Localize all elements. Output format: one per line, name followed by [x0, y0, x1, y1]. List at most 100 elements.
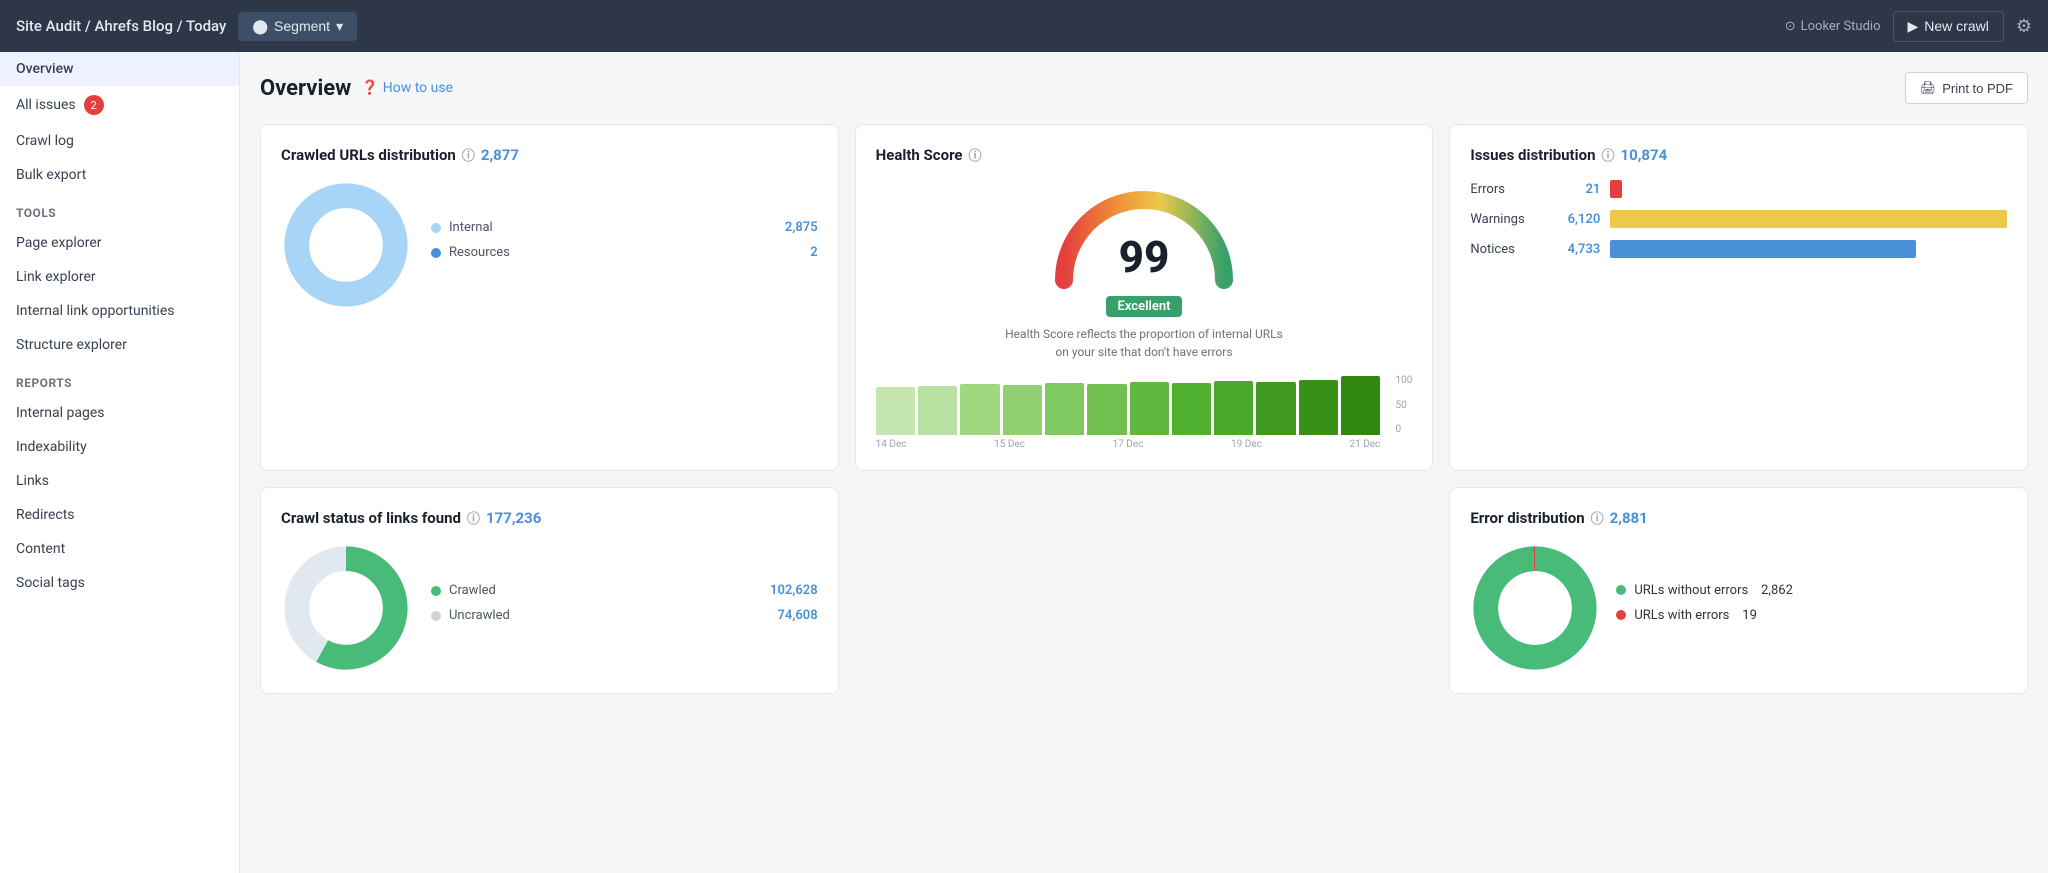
crawled-urls-card: Crawled URLs distribution ⓘ 2,877 — [260, 124, 839, 471]
health-bar-col — [1299, 380, 1338, 435]
sidebar-item-content[interactable]: Content — [0, 532, 239, 566]
health-bar-col — [876, 387, 915, 435]
health-bar — [1214, 381, 1253, 435]
sidebar-item-page-explorer[interactable]: Page explorer — [0, 226, 239, 260]
sidebar-item-internal-pages[interactable]: Internal pages — [0, 396, 239, 430]
errors-bar-track — [1610, 180, 2007, 198]
notices-bar-track — [1610, 240, 2007, 258]
error-distribution-card: Error distribution ⓘ 2,881 — [1449, 487, 2028, 694]
sidebar-item-label: Link explorer — [16, 269, 96, 285]
crawl-status-card: Crawl status of links found ⓘ 177,236 — [260, 487, 839, 694]
health-bar-col — [1087, 384, 1126, 435]
crawled-urls-legend: Internal 2,875 Resources 2 — [431, 220, 818, 270]
sidebar-item-link-explorer[interactable]: Link explorer — [0, 260, 239, 294]
sidebar-item-indexability[interactable]: Indexability — [0, 430, 239, 464]
error-dist-count: 2,881 — [1610, 509, 1648, 527]
notices-label: Notices — [1470, 242, 1545, 257]
print-to-pdf-button[interactable]: 🖨 Print to PDF — [1905, 72, 2028, 104]
errors-value: 21 — [1555, 182, 1600, 197]
new-crawl-button[interactable]: ▶ New crawl — [1893, 11, 2004, 42]
health-score-title: Health Score ⓘ — [876, 145, 1413, 164]
sidebar-item-label: Links — [16, 473, 49, 489]
pie-icon: ⬤ — [252, 18, 268, 35]
how-to-use-link[interactable]: ❓ How to use — [361, 80, 453, 96]
sidebar-item-label: All issues — [16, 97, 76, 113]
error-dist-donut-svg — [1470, 543, 1600, 673]
without-errors-label: URLs without errors 2,862 — [1634, 583, 1793, 598]
svg-text:99: 99 — [1119, 231, 1170, 283]
health-gauge-container: 99 — [1044, 180, 1244, 290]
health-bar — [1256, 382, 1295, 435]
sidebar-item-structure-explorer[interactable]: Structure explorer — [0, 328, 239, 362]
health-bars — [876, 375, 1381, 435]
error-dist-donut — [1470, 543, 1600, 673]
sidebar-item-internal-link-opp[interactable]: Internal link opportunities — [0, 294, 239, 328]
error-dist-title: Error distribution ⓘ 2,881 — [1470, 508, 2007, 527]
health-bar-col — [1003, 385, 1042, 435]
warnings-value: 6,120 — [1555, 212, 1600, 227]
chart-label: 15 Dec — [994, 439, 1025, 450]
without-errors-dot — [1616, 585, 1626, 595]
health-bar — [1172, 383, 1211, 435]
chart-label: 21 Dec — [1349, 439, 1380, 450]
empty-middle — [855, 487, 1434, 694]
error-dist-info-icon[interactable]: ⓘ — [1591, 508, 1604, 527]
errors-label: Errors — [1470, 182, 1545, 197]
crawled-urls-donut-svg — [281, 180, 411, 310]
issues-dist-info-icon[interactable]: ⓘ — [1601, 145, 1614, 164]
sidebar-item-label: Internal link opportunities — [16, 303, 174, 319]
health-chart-labels: 14 Dec 15 Dec 17 Dec 19 Dec 21 Dec — [876, 439, 1381, 450]
sidebar-item-label: Overview — [16, 61, 73, 77]
health-bar — [876, 387, 915, 435]
axis-label-50: 50 — [1395, 400, 1412, 411]
health-gauge-wrap: 99 Excellent Health Score reflects the p… — [876, 180, 1413, 450]
health-bar-col — [1130, 382, 1169, 435]
health-axis: 100 50 0 — [1395, 375, 1412, 435]
health-gauge-svg: 99 — [1044, 180, 1244, 300]
sidebar-item-links[interactable]: Links — [0, 464, 239, 498]
sidebar-item-label: Internal pages — [16, 405, 105, 421]
settings-icon[interactable]: ⚙ — [2016, 16, 2032, 37]
breadcrumb: Site Audit / Ahrefs Blog / Today — [16, 17, 226, 35]
issues-rows: Errors 21 Warnings 6,120 — [1470, 180, 2007, 258]
health-score-info-icon[interactable]: ⓘ — [969, 145, 982, 164]
health-desc: Health Score reflects the proportion of … — [1004, 325, 1284, 361]
sidebar-item-label: Redirects — [16, 507, 75, 523]
crawl-status-info-icon[interactable]: ⓘ — [467, 508, 480, 527]
uncrawled-dot — [431, 611, 441, 621]
crawled-urls-info-icon[interactable]: ⓘ — [462, 145, 475, 164]
health-bar — [918, 386, 957, 435]
sidebar-item-label: Page explorer — [16, 235, 102, 251]
segment-button[interactable]: ⬤ Segment ▾ — [238, 12, 357, 41]
print-icon: 🖨 — [1920, 80, 1937, 96]
topnav: Site Audit / Ahrefs Blog / Today ⬤ Segme… — [0, 0, 2048, 52]
legend-uncrawled: Uncrawled 74,608 — [431, 608, 818, 623]
sidebar-item-label: Structure explorer — [16, 337, 127, 353]
sidebar-item-all-issues[interactable]: All issues 2 — [0, 86, 239, 124]
reports-section-label: Reports — [0, 362, 239, 396]
crawl-status-title: Crawl status of links found ⓘ 177,236 — [281, 508, 818, 527]
crawled-urls-donut-section: Internal 2,875 Resources 2 — [281, 180, 818, 310]
tools-section-label: Tools — [0, 192, 239, 226]
sidebar: Overview All issues 2 Crawl log Bulk exp… — [0, 52, 240, 873]
sidebar-item-overview[interactable]: Overview — [0, 52, 239, 86]
crawled-urls-donut — [281, 180, 411, 310]
chart-label: 14 Dec — [876, 439, 907, 450]
sidebar-item-crawl-log[interactable]: Crawl log — [0, 124, 239, 158]
health-bar — [1299, 380, 1338, 435]
sidebar-item-bulk-export[interactable]: Bulk export — [0, 158, 239, 192]
crawl-status-donut-section: Crawled 102,628 Uncrawled 74,608 — [281, 543, 818, 673]
question-icon: ❓ — [361, 80, 378, 96]
issues-distribution-card: Issues distribution ⓘ 10,874 Errors 21 — [1449, 124, 2028, 471]
looker-studio-link[interactable]: ⊙ Looker Studio — [1785, 19, 1881, 34]
sidebar-item-redirects[interactable]: Redirects — [0, 498, 239, 532]
health-chart-area: 100 50 0 14 Dec 15 Dec 17 Dec 19 Dec 21 … — [876, 375, 1413, 450]
main-layout: Overview All issues 2 Crawl log Bulk exp… — [0, 52, 2048, 873]
sidebar-item-label: Content — [16, 541, 65, 557]
issue-row-errors: Errors 21 — [1470, 180, 2007, 198]
notices-bar-fill — [1610, 240, 1915, 258]
crawl-status-donut-svg — [281, 543, 411, 673]
sidebar-item-social-tags[interactable]: Social tags — [0, 566, 239, 600]
health-bar-col — [960, 384, 999, 435]
health-bar-col — [1256, 382, 1295, 435]
